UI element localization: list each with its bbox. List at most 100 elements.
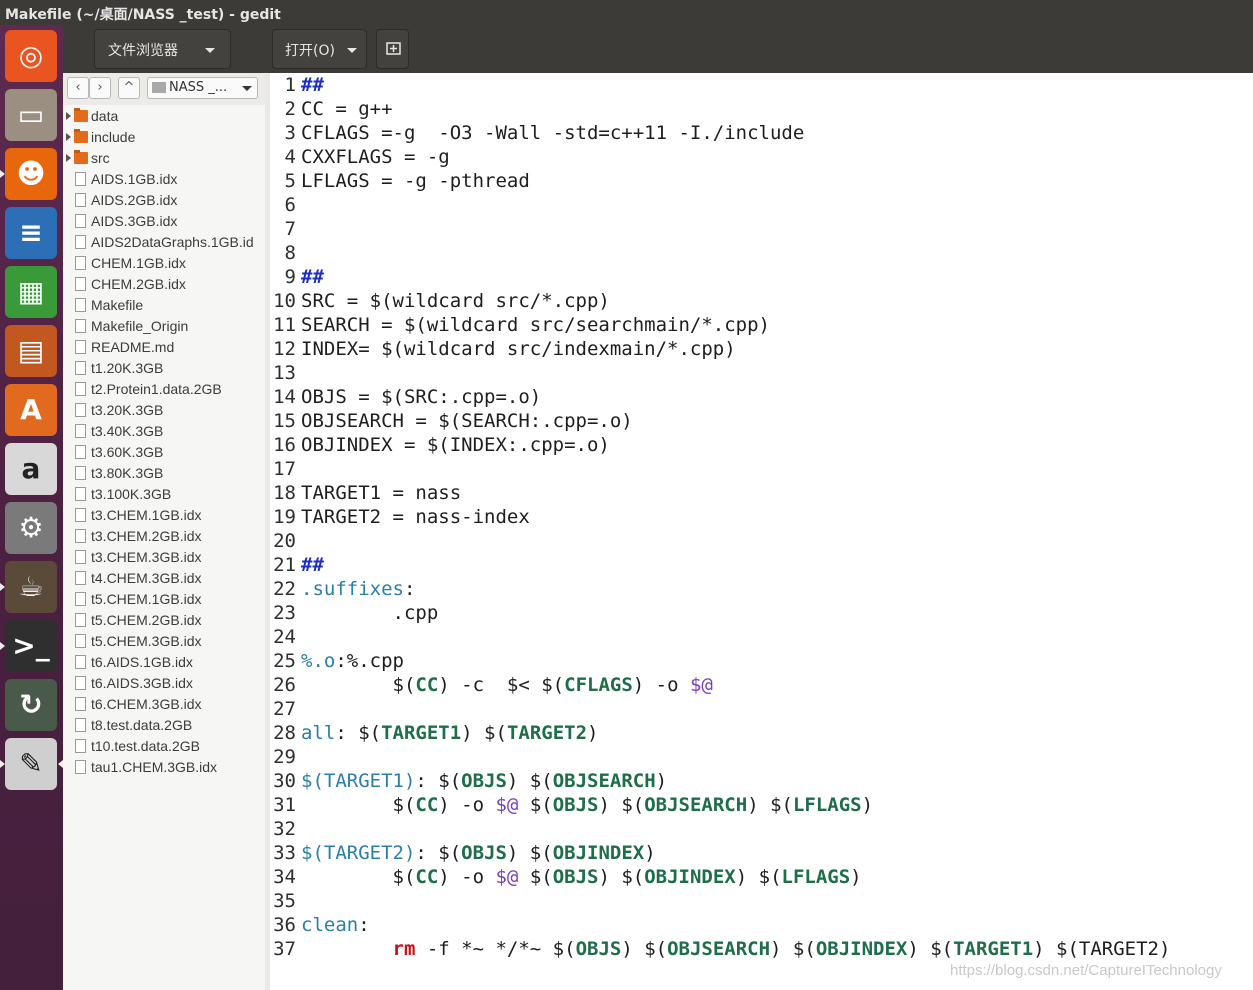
line-number: 9 xyxy=(284,266,296,288)
code-line[interactable]: %.o:%.cpp xyxy=(301,650,404,672)
folder-row[interactable]: data xyxy=(63,106,265,127)
launcher-text-editor[interactable]: ✎ xyxy=(5,738,57,790)
file-row[interactable]: t5.CHEM.1GB.idx xyxy=(63,589,265,610)
code-line[interactable]: OBJSEARCH = $(SEARCH:.cpp=.o) xyxy=(301,410,633,432)
line-number: 37 xyxy=(273,938,296,960)
up-button[interactable]: ^ xyxy=(118,77,140,99)
file-row[interactable]: t1.20K.3GB xyxy=(63,358,265,379)
launcher-writer[interactable]: ≡ xyxy=(5,207,57,259)
launcher-firefox[interactable]: ☻ xyxy=(5,148,57,200)
new-document-button[interactable] xyxy=(376,29,409,69)
file-row[interactable]: AIDS.2GB.idx xyxy=(63,190,265,211)
file-icon xyxy=(75,487,86,501)
launcher-ubuntu-dash[interactable]: ◎ xyxy=(5,30,57,82)
code-line[interactable]: CFLAGS =-g -O3 -Wall -std=c++11 -I./incl… xyxy=(301,122,804,144)
code-line[interactable]: ## xyxy=(301,74,324,96)
file-row[interactable]: AIDS.3GB.idx xyxy=(63,211,265,232)
launcher-calc[interactable]: ▦ xyxy=(5,266,57,318)
file-row[interactable]: t6.CHEM.3GB.idx xyxy=(63,694,265,715)
code-line[interactable]: all: $(TARGET1) $(TARGET2) xyxy=(301,722,598,744)
launcher-files[interactable]: ▭ xyxy=(5,89,57,141)
code-line[interactable]: CC = g++ xyxy=(301,98,393,120)
file-row[interactable]: t8.test.data.2GB xyxy=(63,715,265,736)
file-row[interactable]: t3.CHEM.2GB.idx xyxy=(63,526,265,547)
code-line[interactable]: TARGET2 = nass-index xyxy=(301,506,530,528)
code-line[interactable]: SEARCH = $(wildcard src/searchmain/*.cpp… xyxy=(301,314,770,336)
line-number: 15 xyxy=(273,410,296,432)
code-line[interactable]: .cpp xyxy=(301,602,439,624)
code-line[interactable]: ## xyxy=(301,266,324,288)
launcher-eclipse-java-ee[interactable]: ☕ xyxy=(5,561,57,613)
file-row[interactable]: t6.AIDS.3GB.idx xyxy=(63,673,265,694)
file-row[interactable]: t2.Protein1.data.2GB xyxy=(63,379,265,400)
file-row[interactable]: Makefile_Origin xyxy=(63,316,265,337)
code-token: TARGET1 xyxy=(953,938,1034,960)
launcher-amazon[interactable]: a xyxy=(5,443,57,495)
item-name: t8.test.data.2GB xyxy=(91,717,193,733)
code-line[interactable]: $(CC) -c $< $(CFLAGS) -o $@ xyxy=(301,674,713,696)
file-row[interactable]: CHEM.2GB.idx xyxy=(63,274,265,295)
file-row[interactable]: t5.CHEM.2GB.idx xyxy=(63,610,265,631)
back-button[interactable]: ‹ xyxy=(67,77,89,99)
files-icon: ▭ xyxy=(17,98,45,131)
open-button[interactable]: 打开(O) xyxy=(272,29,367,69)
code-token: ) xyxy=(655,770,668,792)
folder-row[interactable]: src xyxy=(63,148,265,169)
code-line[interactable]: OBJS = $(SRC:.cpp=.o) xyxy=(301,386,541,408)
file-row[interactable]: Makefile xyxy=(63,295,265,316)
code-line[interactable]: TARGET1 = nass xyxy=(301,482,461,504)
launcher-terminal[interactable]: >_ xyxy=(5,620,57,672)
editor-view[interactable]: 1 ## 2 CC = g++ 3 CFLAGS =-g -O3 -Wall -std=c… xyxy=(270,73,1253,990)
launcher-software-center[interactable]: A xyxy=(5,384,57,436)
item-name: t1.20K.3GB xyxy=(91,360,164,376)
launcher-software-updater[interactable]: ↻ xyxy=(5,679,57,731)
code-token: $(TARGET1) xyxy=(301,770,416,792)
expander-icon[interactable] xyxy=(66,154,71,162)
file-row[interactable]: t4.CHEM.3GB.idx xyxy=(63,568,265,589)
code-line[interactable]: $(CC) -o $@ $(OBJS) $(OBJINDEX) $(LFLAGS… xyxy=(301,866,862,888)
line-number: 17 xyxy=(273,458,296,480)
file-row[interactable]: README.md xyxy=(63,337,265,358)
code-line[interactable]: clean: xyxy=(301,914,370,936)
file-row[interactable]: t10.test.data.2GB xyxy=(63,736,265,757)
file-row[interactable]: tau1.CHEM.3GB.idx xyxy=(63,757,265,778)
folder-icon xyxy=(74,129,88,143)
file-row[interactable]: t6.AIDS.1GB.idx xyxy=(63,652,265,673)
code-line[interactable]: LFLAGS = -g -pthread xyxy=(301,170,530,192)
code-token: -f *~ */*~ $( xyxy=(415,938,576,960)
file-icon xyxy=(75,655,86,669)
file-row[interactable]: t3.80K.3GB xyxy=(63,463,265,484)
file-row[interactable]: t3.40K.3GB xyxy=(63,421,265,442)
code-line[interactable]: .suffixes: xyxy=(301,578,415,600)
file-row[interactable]: t3.60K.3GB xyxy=(63,442,265,463)
launcher-impress[interactable]: ▤ xyxy=(5,325,57,377)
file-row[interactable]: t3.20K.3GB xyxy=(63,400,265,421)
sidebar-mode-selector[interactable]: 文件浏览器 xyxy=(94,29,231,69)
location-label: NASS _... xyxy=(169,80,228,95)
file-row[interactable]: t3.100K.3GB xyxy=(63,484,265,505)
file-row[interactable]: t5.CHEM.3GB.idx xyxy=(63,631,265,652)
item-name: t3.60K.3GB xyxy=(91,444,164,460)
expander-icon[interactable] xyxy=(66,133,71,141)
code-line[interactable]: CXXFLAGS = -g xyxy=(301,146,450,168)
file-row[interactable]: AIDS2DataGraphs.1GB.id xyxy=(63,232,265,253)
folder-row[interactable]: include xyxy=(63,127,265,148)
code-line[interactable]: INDEX= $(wildcard src/indexmain/*.cpp) xyxy=(301,338,736,360)
code-line[interactable]: ## xyxy=(301,554,324,576)
expander-icon[interactable] xyxy=(66,112,71,120)
forward-button[interactable]: › xyxy=(89,77,111,99)
code-line[interactable]: $(CC) -o $@ $(OBJS) $(OBJSEARCH) $(LFLAG… xyxy=(301,794,874,816)
code-line[interactable]: $(TARGET1): $(OBJS) $(OBJSEARCH) xyxy=(301,770,667,792)
code-line[interactable]: OBJINDEX = $(INDEX:.cpp=.o) xyxy=(301,434,610,456)
file-row[interactable]: CHEM.1GB.idx xyxy=(63,253,265,274)
code-line[interactable]: rm -f *~ */*~ $(OBJS) $(OBJSEARCH) $(OBJ… xyxy=(301,938,1171,960)
file-row[interactable]: t3.CHEM.1GB.idx xyxy=(63,505,265,526)
code-line[interactable]: SRC = $(wildcard src/*.cpp) xyxy=(301,290,610,312)
location-selector[interactable]: NASS _... xyxy=(147,77,258,99)
file-row[interactable]: AIDS.1GB.idx xyxy=(63,169,265,190)
window-title: Makefile (~/桌面/NASS _test) - gedit xyxy=(5,7,281,23)
file-row[interactable]: t3.CHEM.3GB.idx xyxy=(63,547,265,568)
launcher-system-settings[interactable]: ⚙ xyxy=(5,502,57,554)
code-line[interactable]: $(TARGET2): $(OBJS) $(OBJINDEX) xyxy=(301,842,656,864)
item-name: AIDS2DataGraphs.1GB.id xyxy=(91,234,254,250)
